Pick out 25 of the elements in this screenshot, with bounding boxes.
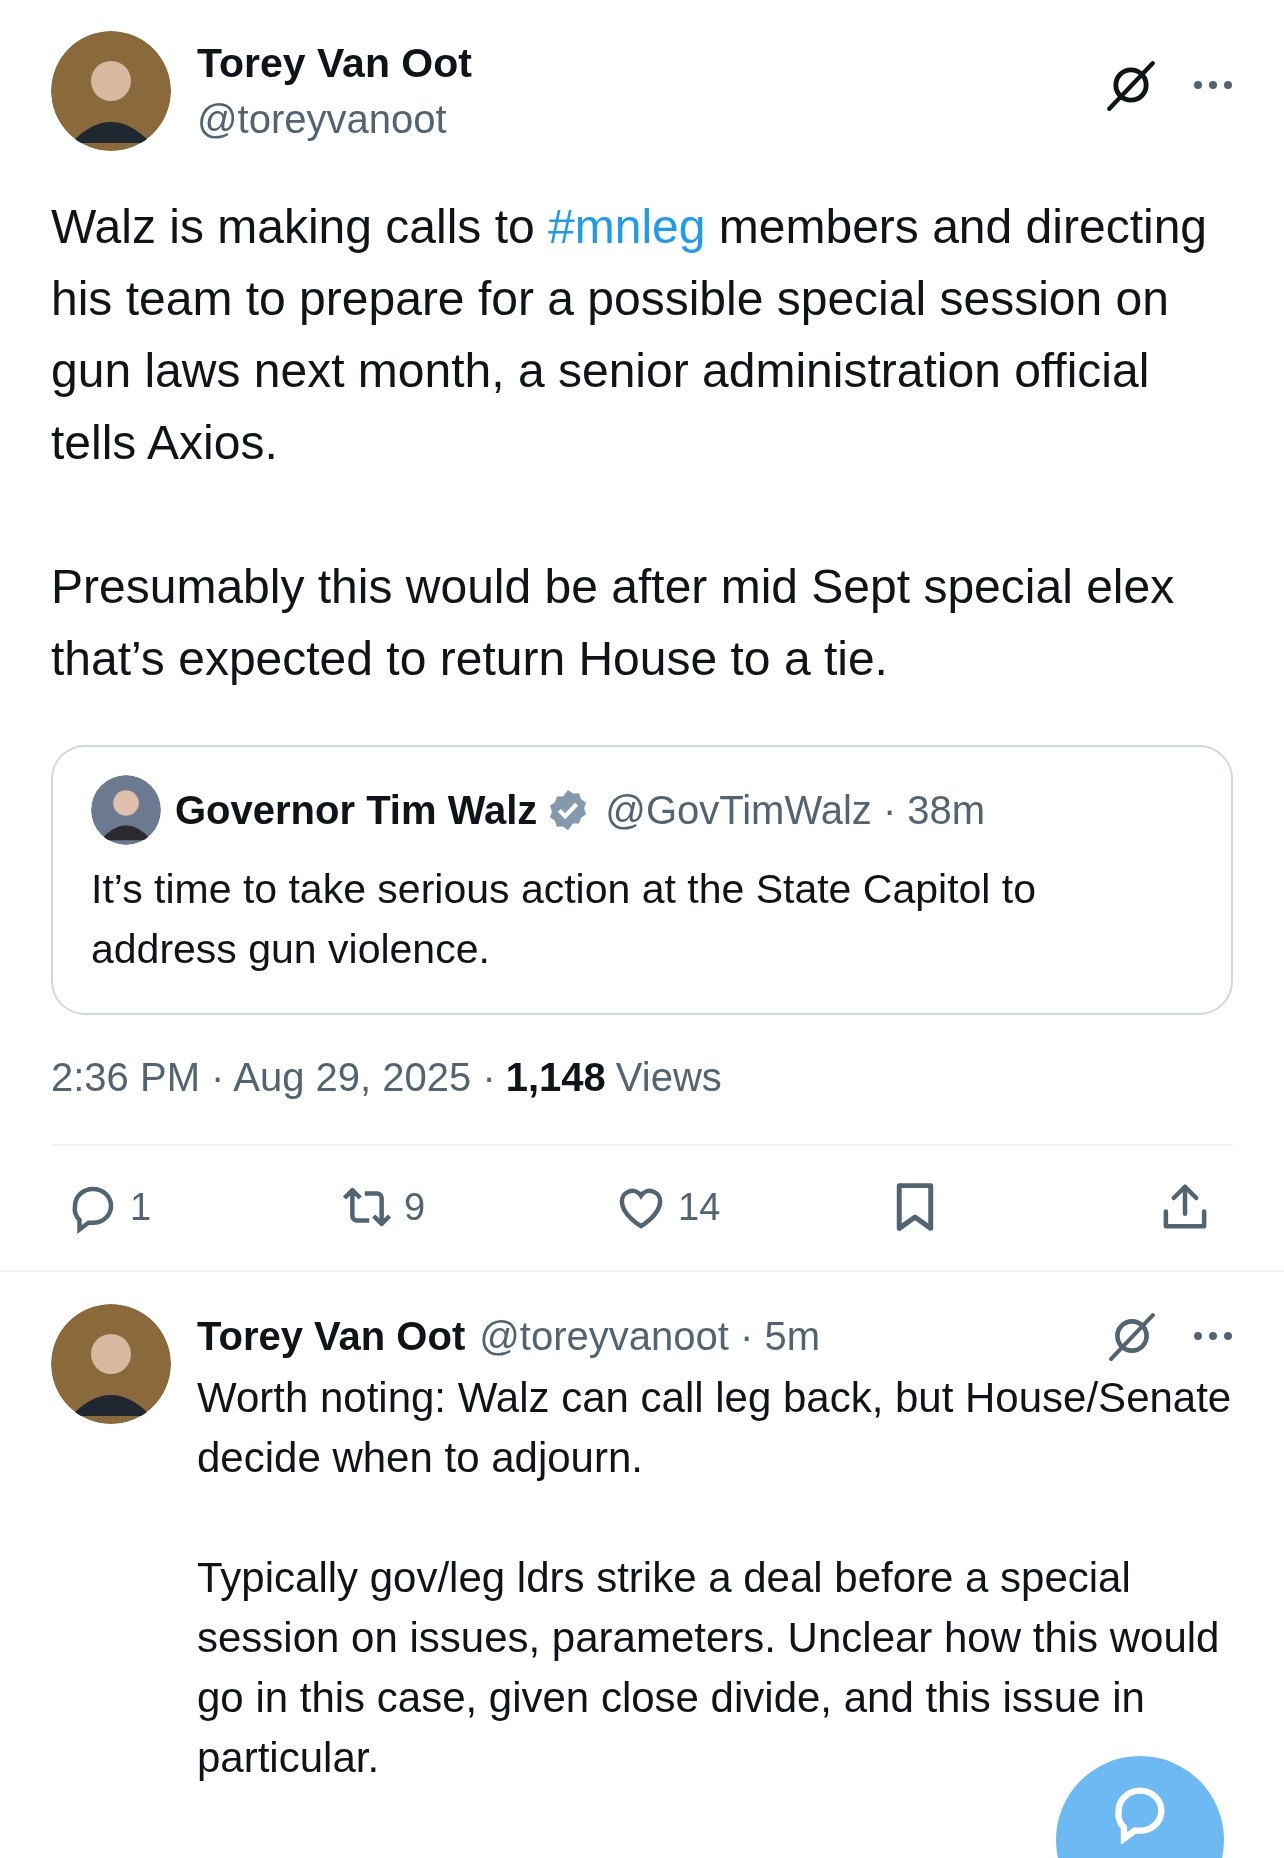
views-label: Views [615,1055,722,1100]
reply-text: Typically gov/leg ldrs strike a deal before a special session on issues, parameters. Unclear how this would go in this case, given close divide, and this issue in particular. [197,1553,1221,1783]
reply-text: Worth noting: Walz can call leg back, but House/Senate decide when to adjourn. [197,1373,1233,1483]
action-count: 9 [404,1185,426,1229]
slashed-circle-icon[interactable] [1105,59,1157,111]
author-handle[interactable]: @toreyvanoot [197,91,1105,147]
quoted-author-name: Governor Tim Walz [175,787,538,833]
author-handle-time[interactable]: @toreyvanoot · 5m [479,1313,1107,1359]
avatar[interactable] [51,31,171,151]
quoted-handle-time: @GovTimWalz · 38m [605,787,986,833]
post-timestamp: 2:36 PM · Aug 29, 2025 · [51,1055,496,1100]
slashed-circle-icon[interactable] [1107,1311,1157,1361]
action-count: 1 [130,1185,152,1229]
post-text: Presumably this would be after mid Sept special elex that’s expected to return House to a tie. [50,559,1176,687]
more-icon[interactable] [1193,80,1233,90]
avatar [91,775,161,845]
view-count: 1,148 [505,1055,606,1100]
action-count: 14 [678,1185,721,1229]
quoted-post-text: It’s time to take serious action at the State Capitol to address gun violence. [91,865,1038,974]
post-text: Walz is making calls to #mnleg members and directing his team to prepare for a possible special session on gun laws next month, a senior administration official tells Axios. [50,199,1208,471]
avatar[interactable] [51,1304,171,1424]
author-name[interactable]: Torey Van Oot [197,35,1105,91]
author-name[interactable]: Torey Van Oot [197,1313,466,1359]
quoted-post-card[interactable]: Governor Tim Walz @GovTimWalz · 38m It’s time to take serious action at the State Capitol to address gun violence. [51,745,1233,1015]
more-icon[interactable] [1193,1331,1233,1341]
